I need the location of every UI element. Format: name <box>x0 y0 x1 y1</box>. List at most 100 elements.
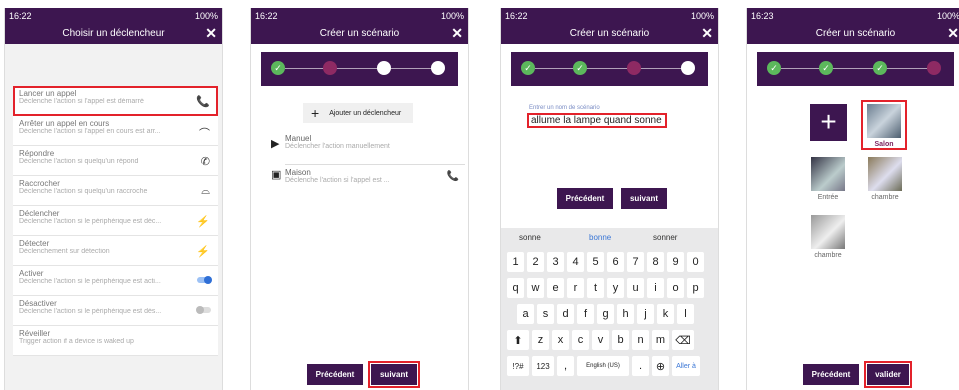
key[interactable]: t <box>587 278 604 298</box>
key[interactable]: 3 <box>547 252 564 272</box>
key[interactable]: v <box>592 330 609 350</box>
close-icon[interactable]: ✕ <box>205 25 217 42</box>
previous-button[interactable]: Précédent <box>557 188 613 209</box>
trigger-item[interactable]: Désactiver Déclenche l'action si le périp… <box>13 296 218 326</box>
key[interactable]: s <box>537 304 554 324</box>
go-key[interactable]: Aller à <box>672 356 700 376</box>
previous-button[interactable]: Précédent <box>803 364 859 385</box>
previous-button[interactable]: Précédent <box>307 364 363 385</box>
room-chambre[interactable]: chambre <box>805 215 851 259</box>
trigger-manual[interactable]: ▶ Manuel Déclencher l'action manuellemen… <box>271 134 465 150</box>
screen-create-scenario-triggers: 16:22 100% Créer un scénario ✕ ✓ + Ajoute… <box>250 8 469 390</box>
battery-level: 100% <box>936 10 959 21</box>
suggestion[interactable]: sonne <box>519 233 541 242</box>
key[interactable]: z <box>532 330 549 350</box>
trigger-item[interactable]: Répondre Déclenche l'action si quelqu'un … <box>13 146 218 176</box>
comma-key[interactable]: , <box>557 356 574 376</box>
key[interactable]: g <box>597 304 614 324</box>
key[interactable]: c <box>572 330 589 350</box>
key[interactable]: y <box>607 278 624 298</box>
trigger-item[interactable]: Arrêter un appel en cours Déclenche l'act… <box>13 116 218 146</box>
key[interactable]: b <box>612 330 629 350</box>
key[interactable]: k <box>657 304 674 324</box>
key[interactable]: q <box>507 278 524 298</box>
key[interactable]: 0 <box>687 252 704 272</box>
key[interactable]: 2 <box>527 252 544 272</box>
room-chambre[interactable]: chambre <box>862 157 908 201</box>
key[interactable]: e <box>547 278 564 298</box>
key[interactable]: j <box>637 304 654 324</box>
add-room-icon[interactable]: + <box>810 104 847 141</box>
key[interactable]: o <box>667 278 684 298</box>
key[interactable]: 6 <box>607 252 624 272</box>
trigger-item[interactable]: Activer Déclenche l'action si le périphér… <box>13 266 218 296</box>
trigger-item[interactable]: Lancer un appel Déclenche l'action si l'a… <box>13 86 218 116</box>
next-button[interactable]: suivant <box>621 188 667 209</box>
key[interactable]: i <box>647 278 664 298</box>
app-bar: Choisir un déclencheur ✕ <box>5 23 222 44</box>
trigger-item[interactable]: Déclencher Déclenche l'action si le périp… <box>13 206 218 236</box>
key[interactable]: n <box>632 330 649 350</box>
space-key[interactable]: English (US) <box>577 356 629 376</box>
suggestion[interactable]: sonner <box>653 233 677 242</box>
play-icon: ▶ <box>271 138 280 150</box>
next-button[interactable]: suivant <box>368 361 420 388</box>
motion-icon: ⚡ <box>196 216 210 228</box>
key[interactable]: x <box>552 330 569 350</box>
trigger-item[interactable]: Détecter Déclenchement sur détection ⚡ <box>13 236 218 266</box>
step-current <box>681 61 695 75</box>
plus-icon: + <box>311 105 320 121</box>
trigger-maison[interactable]: ▣ Maison Déclenche l'action si l'appel e… <box>271 164 465 184</box>
trigger-item[interactable]: Raccrocher Déclenche l'action si quelqu'u… <box>13 176 218 206</box>
key[interactable]: u <box>627 278 644 298</box>
key[interactable]: 8 <box>647 252 664 272</box>
toggle-on[interactable] <box>197 276 212 284</box>
key[interactable]: f <box>577 304 594 324</box>
key[interactable]: d <box>557 304 574 324</box>
room-salon[interactable]: Salon <box>861 100 907 150</box>
close-icon[interactable]: ✕ <box>451 25 463 42</box>
keyboard-row: 1234567890 <box>507 252 707 272</box>
page-title: Créer un scénario <box>815 28 896 39</box>
battery-level: 100% <box>690 10 714 21</box>
key[interactable]: w <box>527 278 544 298</box>
suggestion[interactable]: bonne <box>589 233 611 242</box>
status-time: 16:23 <box>751 10 774 21</box>
key[interactable]: 5 <box>587 252 604 272</box>
shift-key-icon[interactable]: ⬆ <box>507 330 529 350</box>
room-entree[interactable]: Entrée <box>805 157 851 201</box>
scenario-name-input[interactable]: allume la lampe quand sonne <box>527 113 667 128</box>
symbols-key[interactable]: !?# <box>507 356 529 376</box>
close-icon[interactable]: ✕ <box>947 25 959 42</box>
key[interactable]: 9 <box>667 252 684 272</box>
status-bar: 16:23 100% <box>747 8 959 23</box>
keyboard-row: qwertyuiop <box>507 278 707 298</box>
close-icon[interactable]: ✕ <box>701 25 713 42</box>
screen-create-scenario-name: 16:22 100% Créer un scénario ✕ ✓ ✓ Entre… <box>500 8 719 390</box>
device-icon: ▣ <box>271 169 282 181</box>
toggle-off[interactable] <box>196 306 211 314</box>
phone-icon: ✆ <box>200 156 210 168</box>
step-pending <box>323 61 337 75</box>
key[interactable]: a <box>517 304 534 324</box>
scenario-name-label: Entrer un nom de scénario <box>529 105 600 111</box>
keyboard: sonne bonne sonner 1234567890 qwertyuiop… <box>501 228 718 390</box>
numbers-key[interactable]: 123 <box>532 356 554 376</box>
key[interactable]: 1 <box>507 252 524 272</box>
key[interactable]: r <box>567 278 584 298</box>
trigger-item[interactable]: Réveiller Trigger action if a device is w… <box>13 326 218 356</box>
key[interactable]: h <box>617 304 634 324</box>
globe-icon[interactable]: ⊕ <box>652 356 669 376</box>
validate-button[interactable]: valider <box>864 361 912 388</box>
key[interactable]: m <box>652 330 669 350</box>
key[interactable]: 7 <box>627 252 644 272</box>
check-icon: ✓ <box>521 61 535 75</box>
room-photo <box>811 157 845 191</box>
key[interactable]: l <box>677 304 694 324</box>
backspace-key-icon[interactable]: ⌫ <box>672 330 694 350</box>
phone-call-icon: 📞 <box>446 171 459 182</box>
add-trigger-button[interactable]: + Ajouter un déclencheur <box>303 103 413 123</box>
key[interactable]: 4 <box>567 252 584 272</box>
key[interactable]: p <box>687 278 704 298</box>
period-key[interactable]: . <box>632 356 649 376</box>
